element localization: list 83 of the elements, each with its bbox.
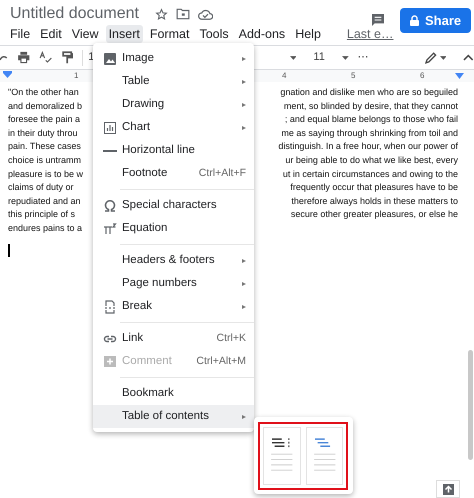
- menu-item[interactable]: Link Ctrl+K: [93, 327, 254, 350]
- pi-icon: [103, 222, 117, 236]
- menu-item[interactable]: Insert: [106, 25, 143, 43]
- arrow-up-icon: [442, 484, 454, 495]
- text-line: gnation and dislike men who are so beguiled: [280, 86, 458, 99]
- text-line: choice is untramm: [8, 154, 82, 167]
- add-comment-icon: [103, 354, 117, 368]
- menu-item[interactable]: Table of contents: [93, 405, 254, 428]
- caret-icon[interactable]: [342, 56, 349, 60]
- shortcut-text: Ctrl+Alt+F: [198, 166, 246, 181]
- text-line: repudiated and an: [8, 194, 81, 208]
- lock-icon: [410, 15, 419, 26]
- omega-icon: [103, 198, 117, 212]
- menu-item[interactable]: File: [7, 25, 34, 43]
- text-line: in their duty throu: [8, 126, 78, 140]
- print-icon[interactable]: [16, 51, 30, 64]
- explore-button[interactable]: [436, 480, 460, 498]
- text-line: claims of duty or: [8, 181, 74, 194]
- menu-item[interactable]: Drawing: [93, 93, 254, 116]
- redo-icon[interactable]: [0, 54, 8, 62]
- caret-icon[interactable]: [290, 56, 296, 60]
- more-button[interactable]: ⋯: [358, 49, 369, 66]
- cloud-icon[interactable]: [198, 8, 213, 20]
- menu-item[interactable]: Add-ons: [236, 25, 288, 43]
- menu-item[interactable]: Bookmark: [93, 382, 254, 405]
- menu-item[interactable]: Equation: [93, 217, 254, 240]
- document-title[interactable]: Untitled document: [10, 6, 139, 22]
- text-line: this principle of s: [8, 208, 76, 222]
- image-icon: [103, 52, 117, 66]
- menu-item[interactable]: Break: [93, 295, 254, 318]
- menu-item[interactable]: Headers & footers: [93, 249, 254, 272]
- menu-item[interactable]: Table: [93, 70, 254, 93]
- comment-icon[interactable]: [370, 12, 386, 28]
- horizontal-line-icon: [103, 150, 117, 152]
- share-button[interactable]: Share: [400, 8, 472, 33]
- last-edit-link[interactable]: Last e…: [344, 25, 396, 43]
- paint-format-icon[interactable]: [62, 51, 74, 64]
- text-line: endures pains to a: [8, 222, 82, 235]
- caret-icon[interactable]: [440, 56, 446, 60]
- ruler-number: 4: [282, 71, 286, 80]
- text-line: ment, so blinded by desire, that they cannot: [284, 100, 458, 113]
- text-line: frequently occur that pleasures have to be: [290, 181, 458, 194]
- text-line: ; and equal blame belongs to those who fail: [284, 113, 458, 126]
- shortcut-text: Ctrl+Alt+M: [196, 354, 246, 369]
- page-break-icon: [103, 300, 117, 314]
- star-icon[interactable]: [154, 8, 168, 20]
- menu-item[interactable]: Format: [146, 25, 192, 43]
- spellcheck-icon[interactable]: [39, 51, 53, 64]
- shortcut-text: Ctrl+K: [216, 330, 246, 346]
- text-line: distinguish. In a free hour, when our power of: [278, 140, 458, 154]
- menu-item[interactable]: View: [68, 25, 102, 43]
- font-size-value[interactable]: 11: [313, 49, 325, 66]
- ruler-number: 1: [74, 71, 78, 80]
- menu-item[interactable]: Page numbers: [93, 272, 254, 295]
- pencil-icon[interactable]: [425, 52, 437, 64]
- text-line: foresee the pain a: [8, 113, 80, 126]
- text-line: secure other greater pleasures, or else he: [290, 208, 458, 222]
- text-line: ut in certain circumstances and owing to the: [282, 168, 458, 181]
- text-line: and demoralized b: [8, 100, 82, 113]
- text-line: ur being able to do what we like best, every: [285, 154, 458, 167]
- text-line: pain. These cases: [8, 140, 81, 154]
- menu-item[interactable]: Special characters: [93, 194, 254, 217]
- menu-item[interactable]: Chart: [93, 116, 254, 139]
- menu-item[interactable]: Footnote Ctrl+Alt+F: [93, 162, 254, 185]
- ruler-number: 6: [420, 71, 424, 80]
- indent-marker-icon[interactable]: [455, 73, 464, 79]
- collapse-icon[interactable]: [463, 54, 474, 61]
- numbered-toc-icon[interactable]: [263, 427, 300, 485]
- folder-icon[interactable]: [176, 8, 190, 20]
- indent-marker-icon[interactable]: [3, 71, 12, 78]
- menu-item[interactable]: Edit: [37, 25, 65, 43]
- chart-icon: [103, 120, 117, 134]
- text-line: me as saying through shrinking from toil and: [281, 126, 458, 140]
- text-line: pleasure is to be w: [8, 168, 84, 181]
- menu-item[interactable]: Horizontal line: [93, 139, 254, 162]
- ruler-number: 5: [351, 71, 356, 80]
- menu-item[interactable]: Image: [93, 47, 254, 70]
- menu-item[interactable]: Help: [292, 25, 324, 43]
- text-line: "On the other han: [8, 86, 79, 99]
- scrollbar-thumb[interactable]: [468, 350, 473, 460]
- menu-item[interactable]: Tools: [196, 25, 232, 43]
- text-line: therefore always holds in these matters to: [291, 194, 458, 208]
- text-cursor: [8, 244, 10, 257]
